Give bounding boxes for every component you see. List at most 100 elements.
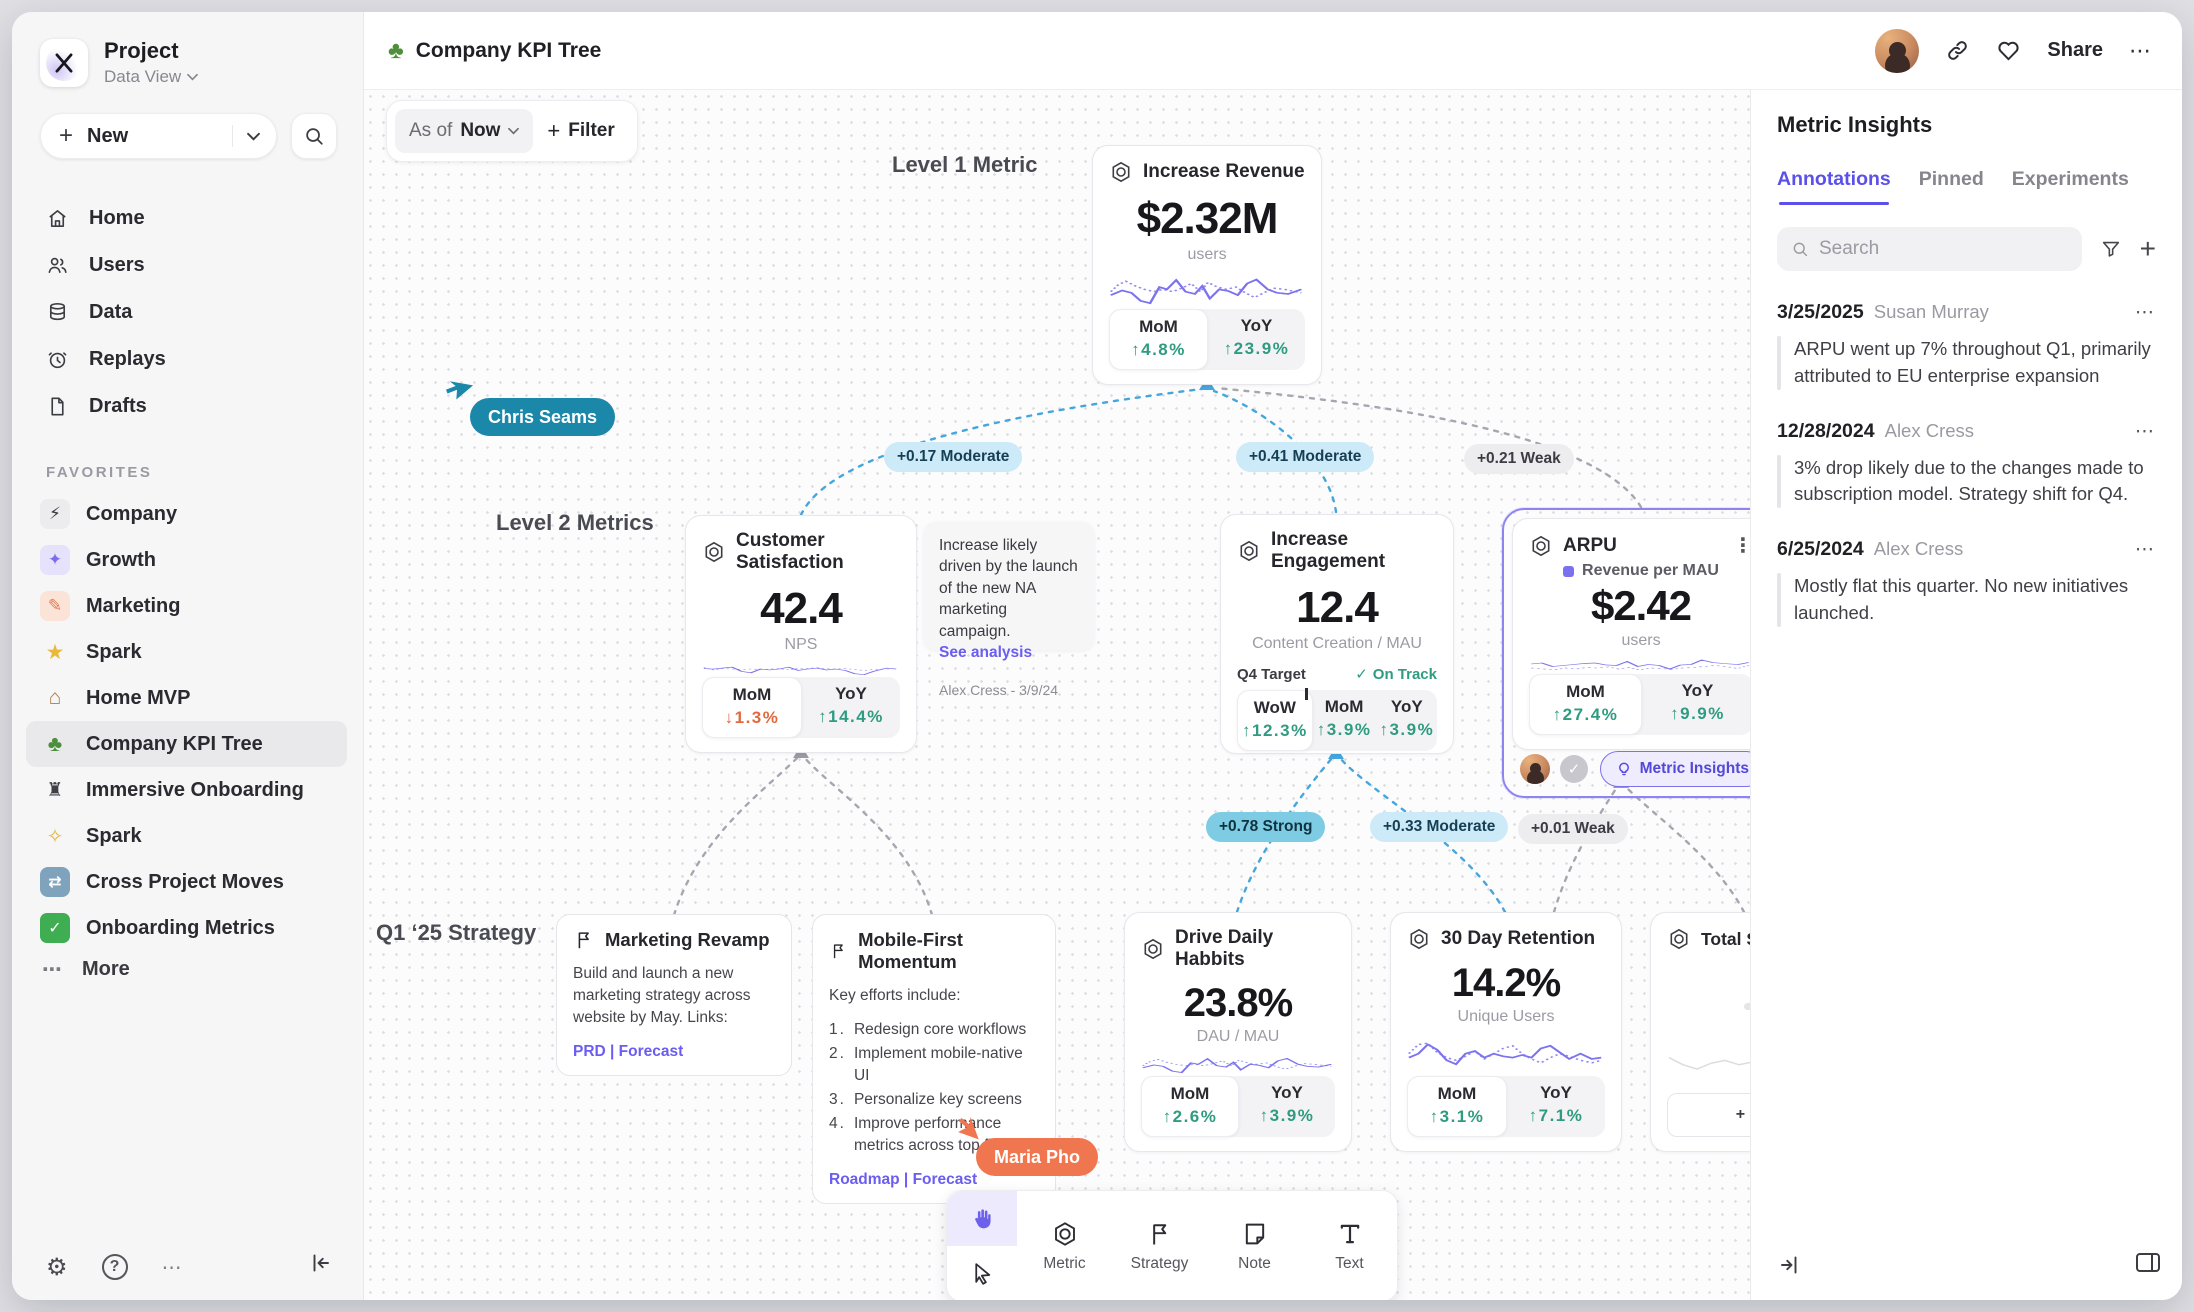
add-annotation-icon[interactable]: + (2140, 235, 2156, 263)
metric-card-increase-engagement[interactable]: Increase Engagement 12.4 Content Creatio… (1220, 514, 1454, 754)
connect-metric-button[interactable]: + Connec (1667, 1093, 1750, 1137)
stat-yoy[interactable]: YoY↑14.4% (802, 677, 900, 738)
select-tool-button[interactable] (947, 1246, 1017, 1300)
metric-card-increase-revenue[interactable]: Increase Revenue $2.32M users MoM↑4.8% Y… (1092, 145, 1322, 385)
metric-unit: DAU / MAU (1141, 1028, 1335, 1046)
as-of-selector[interactable]: As of Now (395, 109, 533, 153)
stat-yoy[interactable]: YoY↑7.1% (1507, 1076, 1605, 1137)
annotation-menu-icon[interactable]: ⋯ (2135, 420, 2156, 443)
share-button[interactable]: Share (2047, 39, 2103, 62)
sidebar-item-company[interactable]: ⚡Company (26, 491, 347, 537)
sidebar-item-onboarding-metrics[interactable]: ✓Onboarding Metrics (26, 905, 347, 951)
add-filter-button[interactable]: + Filter (547, 118, 628, 144)
sidebar-item-immersive-onboarding[interactable]: ♜Immersive Onboarding (26, 767, 347, 813)
sparkline-chart (702, 662, 900, 677)
annotation-menu-icon[interactable]: ⋯ (2135, 538, 2156, 561)
hand-tool-button[interactable] (947, 1191, 1017, 1246)
edge-correlation-badge[interactable]: +0.41 Moderate (1236, 442, 1374, 472)
metric-card-drive-daily-habbits[interactable]: Drive Daily Habbits 23.8% DAU / MAU MoM↑… (1124, 912, 1352, 1152)
note-tool-button[interactable]: Note (1207, 1191, 1302, 1300)
edge-correlation-badge[interactable]: +0.33 Moderate (1370, 812, 1508, 842)
search-input[interactable] (1819, 238, 2068, 260)
database-icon (46, 301, 69, 324)
metric-insights-button[interactable]: Metric Insights (1600, 751, 1750, 787)
favorite-heart-icon[interactable] (1996, 38, 2021, 63)
sidebar-item-home-mvp[interactable]: ⌂Home MVP (26, 675, 347, 721)
canvas-note[interactable]: Increase likely driven by the launch of … (924, 522, 1094, 650)
annotations-search[interactable] (1777, 227, 2082, 271)
annotation-item[interactable]: 12/28/2024 Alex Cress ⋯ 3% drop likely d… (1777, 420, 2156, 509)
copy-link-icon[interactable] (1945, 38, 1970, 63)
annotation-menu-icon[interactable]: ⋯ (2135, 301, 2156, 324)
sidebar-item-home[interactable]: Home (12, 195, 363, 242)
stat-mom[interactable]: MoM↓1.3% (702, 677, 802, 738)
annotation-item[interactable]: 3/25/2025 Susan Murray ⋯ ARPU went up 7%… (1777, 301, 2156, 390)
stat-mom[interactable]: MoM↑3.1% (1407, 1076, 1507, 1137)
sidebar-item-more[interactable]: ⋯ More (42, 957, 363, 982)
hand-icon (969, 1206, 995, 1232)
sidebar-item-spark[interactable]: ★Spark (26, 629, 347, 675)
tab-pinned[interactable]: Pinned (1919, 168, 1984, 205)
edge-correlation-badge[interactable]: +0.17 Moderate (884, 442, 1022, 472)
metric-hexagon-icon (1667, 927, 1691, 951)
stat-yoy[interactable]: YoY↑3.9% (1375, 690, 1438, 751)
see-analysis-link[interactable]: See analysis (939, 642, 1079, 663)
stat-mom[interactable]: MoM↑4.8% (1109, 309, 1208, 370)
strategy-card-marketing-revamp[interactable]: Marketing Revamp Build and launch a new … (556, 914, 792, 1076)
strategy-links[interactable]: PRD | Forecast (573, 1043, 775, 1061)
sidebar-item-growth[interactable]: ✦Growth (26, 537, 347, 583)
metric-card-30-day-retention[interactable]: 30 Day Retention 14.2% Unique Users MoM↑… (1390, 912, 1622, 1152)
filter-funnel-icon[interactable] (2100, 238, 2122, 260)
flag-icon (573, 929, 595, 951)
stat-wow[interactable]: WoW↑12.3% (1237, 690, 1313, 751)
sidebar-item-spark-2[interactable]: ✧Spark (26, 813, 347, 859)
stat-mom[interactable]: MoM↑27.4% (1529, 674, 1642, 735)
tab-annotations[interactable]: Annotations (1777, 168, 1891, 205)
metric-card-total-subscriptions[interactable]: Total Subscript + Connec (1650, 912, 1750, 1152)
kpi-tree-canvas[interactable]: As of Now + Filter Level 1 Metric Level … (364, 90, 1750, 1300)
sidebar-item-data[interactable]: Data (12, 289, 363, 336)
edge-correlation-badge[interactable]: +0.01 Weak (1518, 814, 1628, 844)
edge-correlation-badge[interactable]: +0.78 Strong (1206, 812, 1325, 842)
sidebar-item-cross-project-moves[interactable]: ⇄Cross Project Moves (26, 859, 347, 905)
text-tool-button[interactable]: Text (1302, 1191, 1397, 1300)
overflow-menu-icon[interactable]: ⋯ (2129, 38, 2152, 64)
collapse-sidebar-icon[interactable] (309, 1251, 333, 1280)
stat-yoy[interactable]: YoY↑3.9% (1239, 1076, 1335, 1137)
project-switcher[interactable]: Project Data View (12, 12, 363, 87)
new-button[interactable]: + New (40, 113, 277, 159)
more-icon[interactable]: ⋯ (162, 1255, 184, 1280)
sidebar-item-replays[interactable]: Replays (12, 336, 363, 383)
chevron-down-icon[interactable] (247, 132, 260, 141)
quote-bar (1777, 336, 1781, 390)
stat-yoy[interactable]: YoY↑9.9% (1642, 674, 1750, 735)
project-view-selector[interactable]: Data View (104, 67, 198, 87)
help-icon[interactable]: ? (102, 1254, 128, 1280)
sidebar-item-company-kpi-tree[interactable]: ♣Company KPI Tree (26, 721, 347, 767)
stat-yoy[interactable]: YoY↑23.9% (1208, 309, 1305, 370)
edge-correlation-badge[interactable]: +0.21 Weak (1464, 444, 1574, 474)
metric-card-customer-satisfaction[interactable]: Customer Satisfaction 42.4 NPS MoM↓1.3% … (685, 515, 917, 753)
stat-mom[interactable]: MoM↑2.6% (1141, 1076, 1239, 1137)
panel-tabs: Annotations Pinned Experiments (1777, 168, 2156, 205)
toggle-panel-icon[interactable] (2136, 1253, 2160, 1272)
metric-value: 23.8% (1141, 981, 1335, 1026)
gear-icon[interactable]: ⚙ (46, 1253, 68, 1282)
metric-hexagon-icon (1051, 1220, 1079, 1248)
metric-card-arpu[interactable]: ARPU⋮ Revenue per MAU $2.42 users MoM↑27… (1512, 518, 1750, 750)
tab-experiments[interactable]: Experiments (2012, 168, 2129, 205)
user-avatar[interactable] (1875, 29, 1919, 73)
expand-panel-icon[interactable] (1777, 1253, 1801, 1282)
stat-mom[interactable]: MoM↑3.9% (1313, 690, 1376, 751)
sidebar-item-users[interactable]: Users (12, 242, 363, 289)
sidebar-item-drafts[interactable]: Drafts (12, 383, 363, 430)
search-button[interactable] (291, 113, 337, 159)
checkbox-icon: ✓ (40, 913, 70, 943)
sidebar-item-marketing[interactable]: ✎Marketing (26, 583, 347, 629)
kebab-menu-icon[interactable]: ⋮ (1733, 533, 1750, 558)
strategy-tool-button[interactable]: Strategy (1112, 1191, 1207, 1300)
metric-tool-button[interactable]: Metric (1017, 1191, 1112, 1300)
annotation-item[interactable]: 6/25/2024 Alex Cress ⋯ Mostly flat this … (1777, 538, 2156, 627)
board-title: ♣ Company KPI Tree (388, 37, 601, 65)
metric-card-arpu-selected[interactable]: ARPU⋮ Revenue per MAU $2.42 users MoM↑27… (1502, 508, 1750, 798)
